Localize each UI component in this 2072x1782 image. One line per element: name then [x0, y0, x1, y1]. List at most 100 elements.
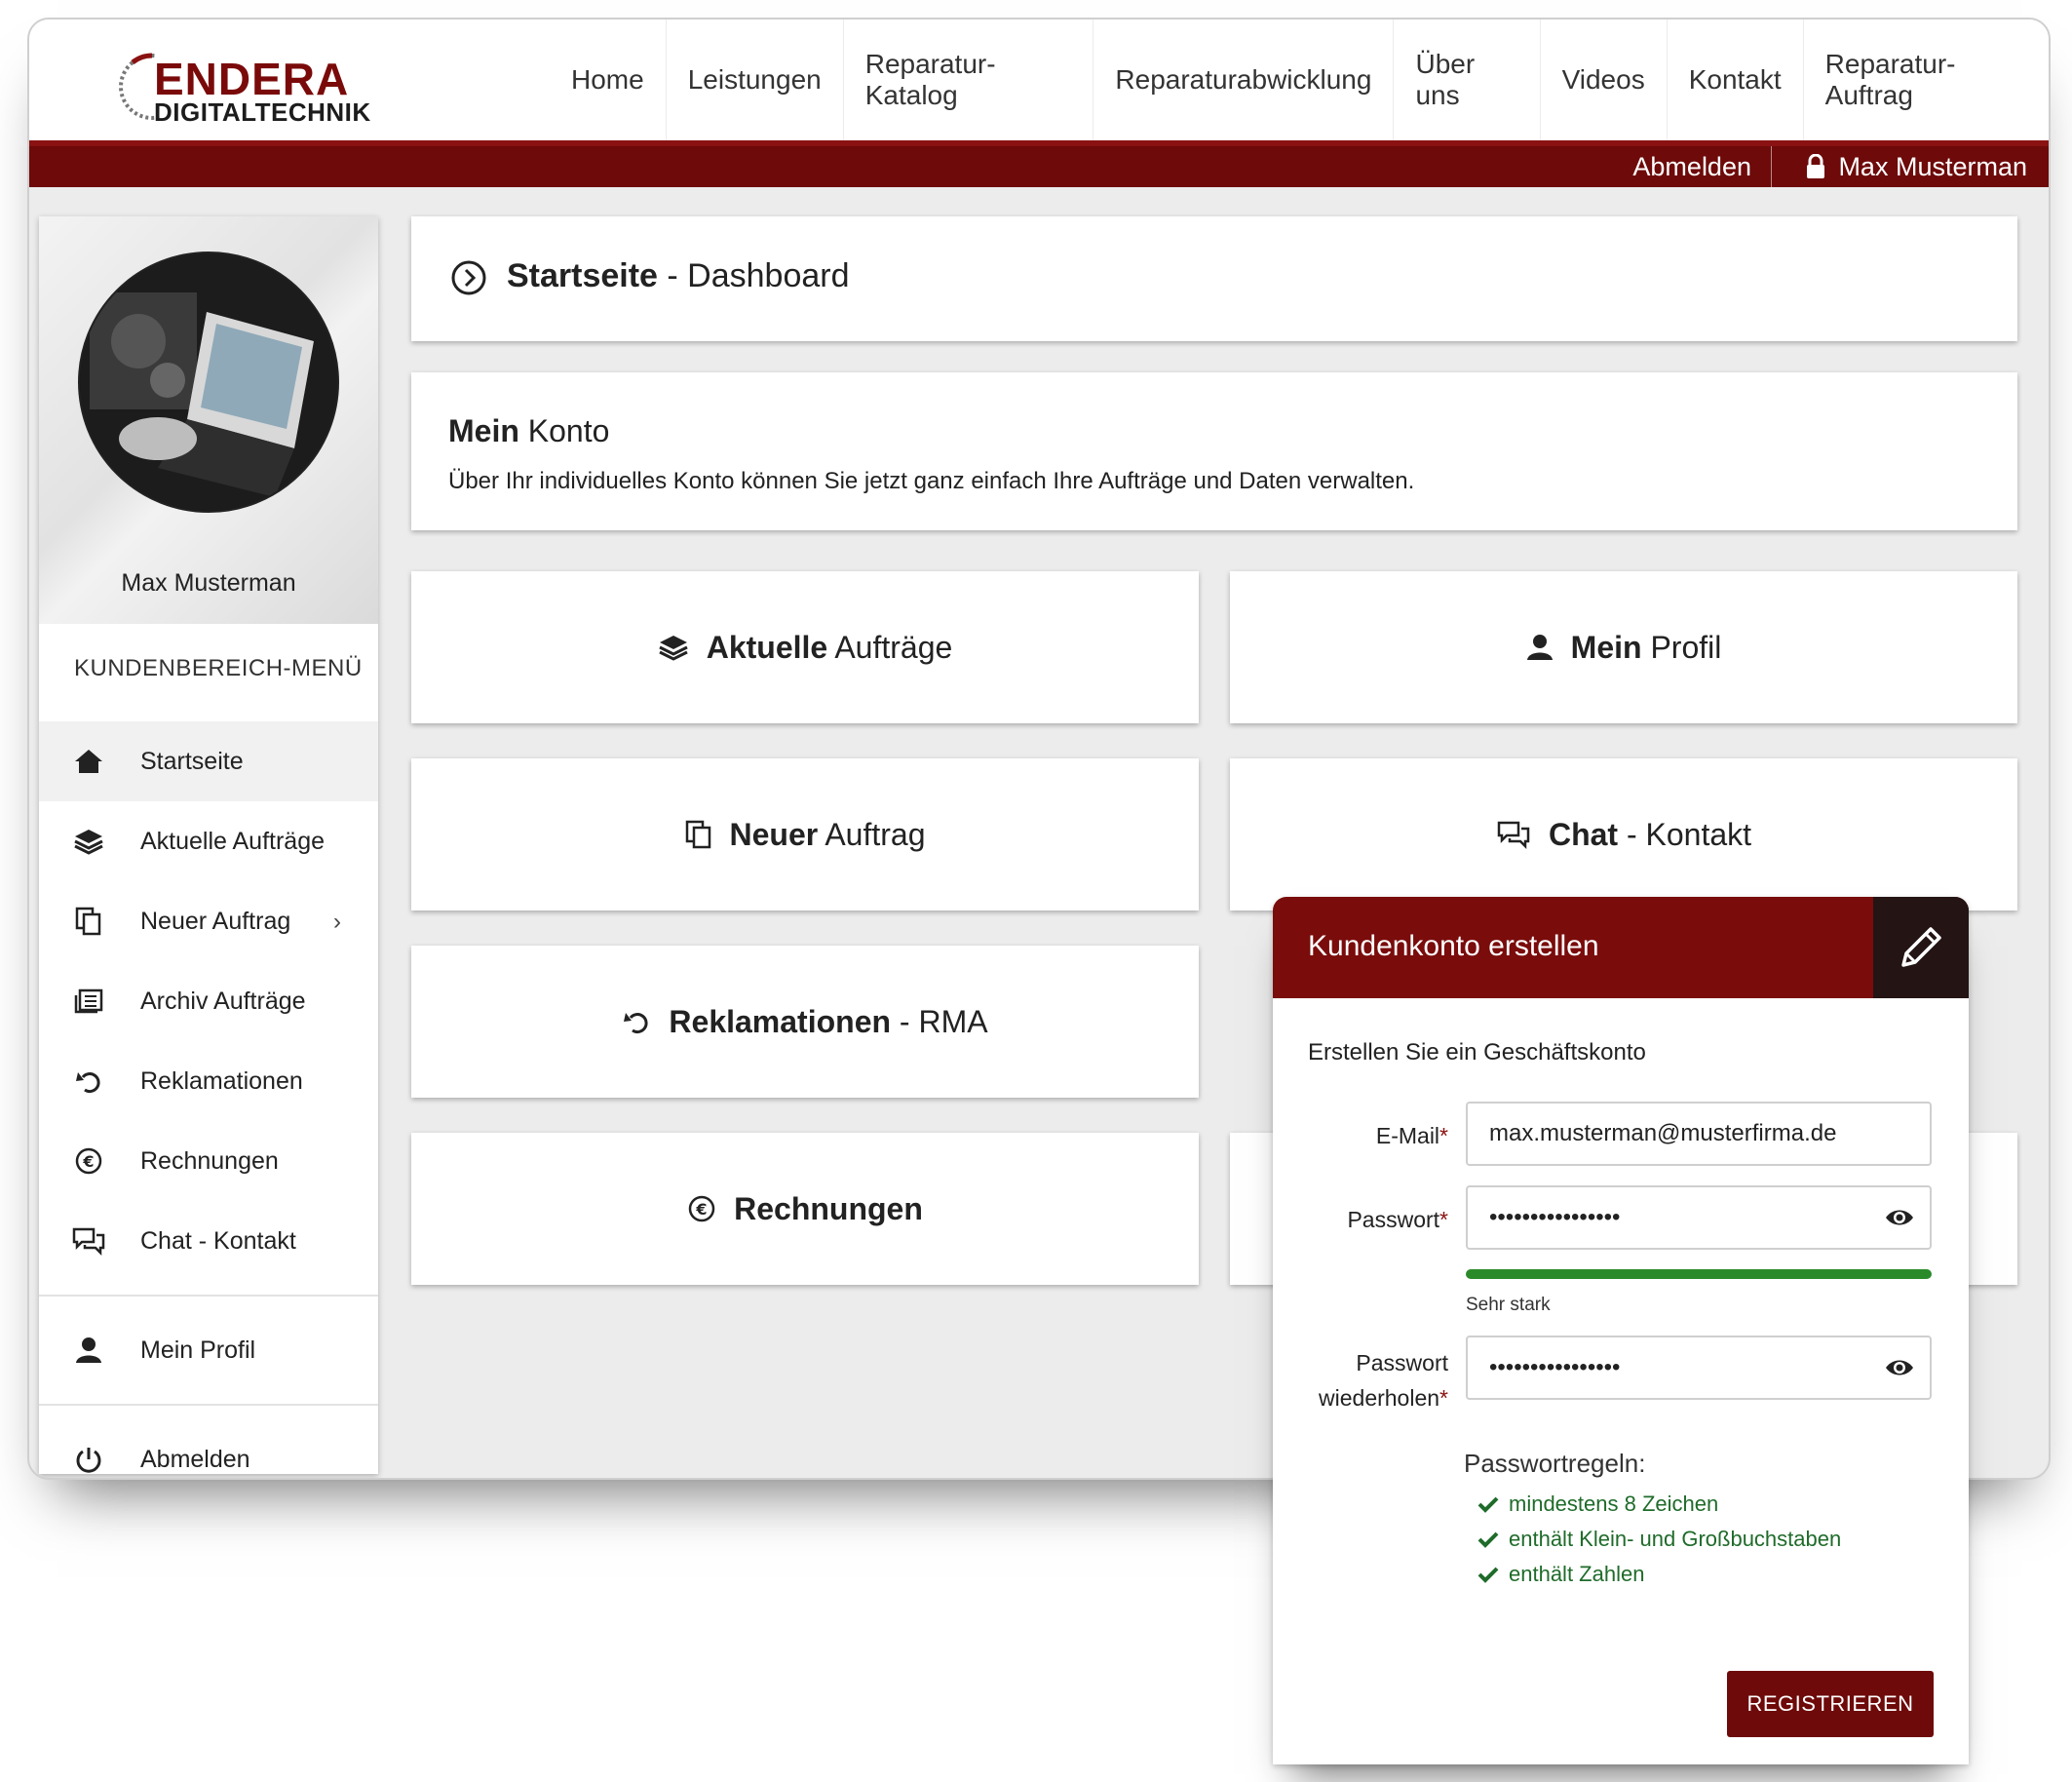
- account-intro-title-bold: Mein: [448, 413, 519, 448]
- password-strength-bar: [1466, 1269, 1932, 1279]
- undo-icon: [72, 1065, 105, 1098]
- topbar-logout-link[interactable]: Abmelden: [1632, 146, 1772, 187]
- tile-label: Mein Profil: [1571, 630, 1722, 666]
- register-card: Kundenkonto erstellen Erstellen Sie ein …: [1273, 897, 1969, 1764]
- email-field[interactable]: max.musterman@musterfirma.de: [1466, 1102, 1932, 1166]
- nav-ueber-uns[interactable]: Über uns: [1394, 19, 1541, 140]
- tile-chat-kontakt[interactable]: Chat - Kontakt: [1230, 758, 2017, 910]
- account-intro-description: Über Ihr individuelles Konto können Sie …: [448, 468, 1415, 494]
- tile-reklamationen-rma[interactable]: Reklamationen - RMA: [411, 946, 1199, 1098]
- email-label-text: E-Mail: [1375, 1123, 1440, 1148]
- sidebar-menu: Startseite Aktuelle Aufträge Neuer Auftr…: [39, 721, 378, 1478]
- sidebar-item-label: Neuer Auftrag: [140, 907, 291, 935]
- tile-mein-profil[interactable]: Mein Profil: [1230, 571, 2017, 723]
- password-label: Passwort*: [1273, 1207, 1448, 1233]
- tile-label: Aktuelle Aufträge: [707, 630, 953, 666]
- copy-icon: [72, 905, 105, 938]
- tile-label-rest: Profil: [1641, 629, 1722, 665]
- tile-label: Reklamationen - RMA: [669, 1004, 987, 1040]
- register-button[interactable]: REGISTRIEREN: [1727, 1671, 1934, 1737]
- tile-neuer-auftrag[interactable]: Neuer Auftrag: [411, 758, 1199, 910]
- tile-label-bold: Reklamationen: [669, 1003, 892, 1039]
- pencil-icon: [1901, 927, 1941, 967]
- nav-kontakt[interactable]: Kontakt: [1668, 19, 1804, 140]
- account-intro-title-rest: Konto: [518, 413, 610, 448]
- password-label-text: Passwort: [1347, 1207, 1440, 1232]
- sidebar-item-label: Abmelden: [140, 1445, 250, 1473]
- edit-button[interactable]: [1873, 897, 1969, 998]
- eye-icon[interactable]: [1885, 1207, 1914, 1235]
- site-header: ENDERA DIGITALTECHNIK Home Leistungen Re…: [29, 19, 2049, 140]
- chat-icon: [1497, 821, 1530, 849]
- nav-home[interactable]: Home: [550, 19, 667, 140]
- tile-label: Chat - Kontakt: [1549, 817, 1751, 853]
- user-icon: [1526, 635, 1553, 660]
- password-repeat-field[interactable]: ••••••••••••••••: [1466, 1336, 1932, 1400]
- account-intro-title: Mein Konto: [448, 413, 609, 449]
- register-card-subtitle: Erstellen Sie ein Geschäftskonto: [1308, 1039, 1646, 1065]
- password-rule-text: enthält Klein- und Großbuchstaben: [1509, 1527, 1842, 1551]
- eye-icon[interactable]: [1885, 1357, 1914, 1385]
- email-label: E-Mail*: [1273, 1123, 1448, 1149]
- nav-reparatur-katalog[interactable]: Reparatur-Katalog: [844, 19, 1094, 140]
- password-rule-text: enthält Zahlen: [1509, 1562, 1645, 1586]
- archive-icon: [72, 985, 105, 1018]
- sidebar-item-rechnungen[interactable]: € Rechnungen: [39, 1121, 378, 1201]
- topbar-user-link[interactable]: Max Musterman: [1805, 146, 2027, 187]
- svg-text:€: €: [696, 1200, 708, 1219]
- password-field[interactable]: ••••••••••••••••: [1466, 1185, 1932, 1250]
- sidebar-item-startseite[interactable]: Startseite: [39, 721, 378, 801]
- sidebar-item-abmelden[interactable]: Abmelden: [39, 1419, 378, 1478]
- tile-rechnungen[interactable]: € Rechnungen: [411, 1133, 1199, 1285]
- sidebar-item-label: Chat - Kontakt: [140, 1226, 296, 1255]
- tile-label-bold: Rechnungen: [734, 1190, 923, 1226]
- svg-text:€: €: [82, 1152, 94, 1171]
- tile-label-rest: - Kontakt: [1618, 816, 1752, 852]
- menu-title: KUNDENBEREICH-MENÜ: [74, 655, 363, 681]
- undo-icon: [624, 1013, 648, 1034]
- tile-label-bold: Aktuelle: [706, 629, 828, 665]
- tile-label-bold: Neuer: [729, 816, 819, 852]
- euro-icon: €: [72, 1144, 105, 1178]
- brand-logo[interactable]: ENDERA DIGITALTECHNIK: [113, 49, 405, 127]
- layers-icon: [659, 636, 688, 661]
- page-title-bold: Startseite: [507, 257, 658, 294]
- tile-aktuelle-auftraege[interactable]: Aktuelle Aufträge: [411, 571, 1199, 723]
- page-title-panel: Startseite - Dashboard: [411, 216, 2017, 341]
- register-card-header: Kundenkonto erstellen: [1273, 897, 1969, 998]
- check-icon: [1477, 1531, 1499, 1548]
- sidebar-item-aktuelle-auftraege[interactable]: Aktuelle Aufträge: [39, 801, 378, 881]
- home-icon: [72, 745, 105, 778]
- sidebar-item-label: Reklamationen: [140, 1066, 303, 1095]
- power-icon: [72, 1443, 105, 1476]
- sidebar-item-label: Rechnungen: [140, 1146, 279, 1175]
- avatar: [78, 252, 339, 513]
- tile-label-bold: Chat: [1548, 816, 1619, 852]
- sidebar-item-chat-kontakt[interactable]: Chat - Kontakt: [39, 1201, 378, 1281]
- sidebar-item-archiv-auftraege[interactable]: Archiv Aufträge: [39, 961, 378, 1041]
- password-value: ••••••••••••••••: [1489, 1204, 1621, 1230]
- password-strength-fill: [1466, 1269, 1932, 1279]
- nav-leistungen[interactable]: Leistungen: [667, 19, 844, 140]
- sidebar-item-mein-profil[interactable]: Mein Profil: [39, 1310, 378, 1390]
- logo-gauge-icon: [119, 53, 156, 120]
- password-rule: enthält Zahlen: [1477, 1562, 1644, 1587]
- sidebar-item-reklamationen[interactable]: Reklamationen: [39, 1041, 378, 1121]
- tile-label: Neuer Auftrag: [730, 817, 926, 853]
- register-card-title: Kundenkonto erstellen: [1308, 930, 1599, 962]
- nav-reparaturabwicklung[interactable]: Reparaturabwicklung: [1094, 19, 1395, 140]
- password-rules-title: Passwortregeln:: [1464, 1449, 1646, 1478]
- layers-icon: [72, 825, 105, 858]
- chat-icon: [72, 1224, 105, 1258]
- password-repeat-value: ••••••••••••••••: [1489, 1354, 1621, 1380]
- profile-box: Max Musterman: [39, 216, 378, 624]
- required-marker: *: [1439, 1207, 1448, 1232]
- sidebar-item-neuer-auftrag[interactable]: Neuer Auftrag ›: [39, 881, 378, 961]
- chevron-right-icon: ›: [333, 909, 341, 935]
- copy-icon: [685, 820, 710, 849]
- nav-reparatur-auftrag[interactable]: Reparatur-Auftrag: [1804, 19, 2049, 140]
- password-rule: enthält Klein- und Großbuchstaben: [1477, 1527, 1841, 1552]
- nav-videos[interactable]: Videos: [1541, 19, 1668, 140]
- sidebar-item-label: Mein Profil: [140, 1336, 256, 1364]
- chevron-circle-right-icon: [450, 259, 487, 301]
